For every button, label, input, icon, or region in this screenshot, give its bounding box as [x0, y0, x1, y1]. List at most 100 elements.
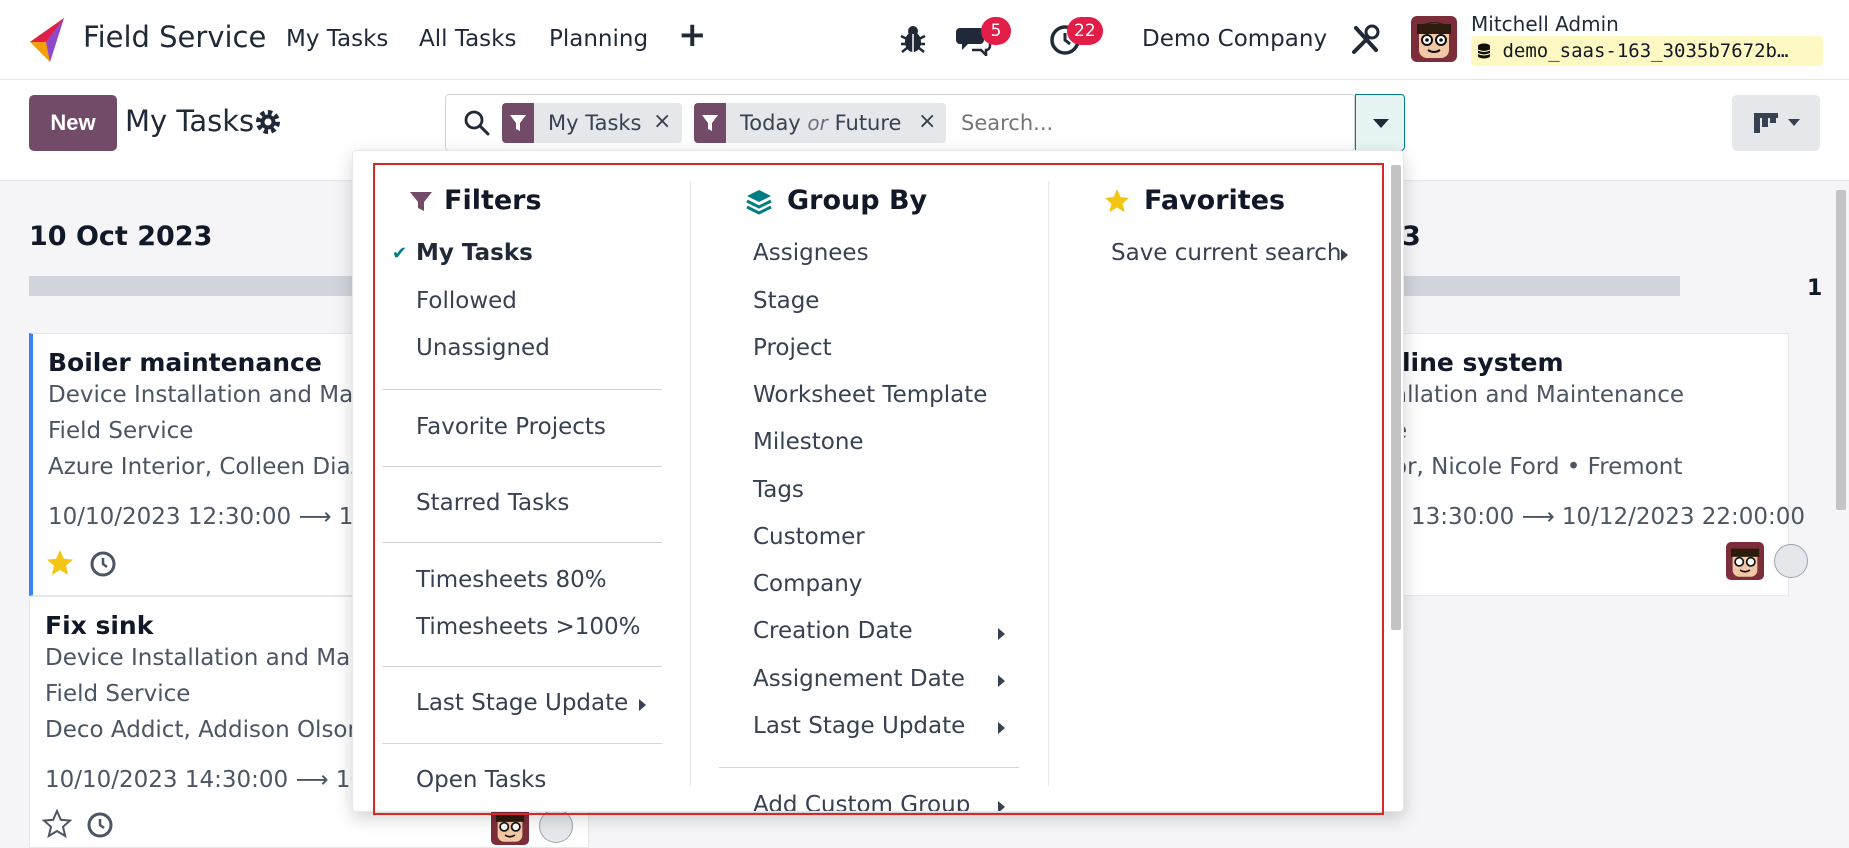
assignee-avatar[interactable]: [1726, 542, 1764, 580]
task-customer: or, Nicole Ford • Fremont: [1393, 454, 1683, 480]
activities-count-badge: 22: [1067, 17, 1103, 45]
filter-timesheets-100[interactable]: Timesheets >100%: [416, 614, 641, 640]
activity-clock-icon[interactable]: [89, 550, 117, 578]
group-by-last-stage-update[interactable]: Last Stage Update: [753, 713, 965, 739]
status-circle[interactable]: [1774, 544, 1808, 578]
task-project: allation and Maintenance: [1393, 382, 1685, 408]
gear-icon[interactable]: [254, 108, 282, 136]
layers-icon: [746, 190, 772, 215]
divider: [719, 767, 1019, 768]
column-count: 1: [1807, 276, 1823, 301]
task-subproject: Field Service: [45, 681, 191, 707]
star-outline-icon[interactable]: [42, 809, 72, 839]
status-circle[interactable]: [539, 809, 573, 843]
filter-followed[interactable]: Followed: [416, 288, 517, 314]
user-name[interactable]: Mitchell Admin: [1471, 12, 1619, 36]
search-bar: My Tasks × Today or Future ×: [445, 94, 1355, 151]
company-switcher[interactable]: Demo Company: [1142, 26, 1327, 52]
settings-tools-icon[interactable]: [1350, 22, 1380, 56]
caret-right-icon: [639, 699, 646, 711]
new-task-button[interactable]: New: [29, 95, 117, 151]
star-filled-icon: [1104, 188, 1130, 213]
database-name-text: demo_saas-163_3035b7672b…: [1502, 40, 1789, 62]
group-by-stage[interactable]: Stage: [753, 288, 819, 314]
group-by-creation-date[interactable]: Creation Date: [753, 618, 913, 644]
divider: [382, 666, 662, 667]
filter-starred-tasks[interactable]: Starred Tasks: [416, 490, 569, 516]
task-dates: 10/10/2023 14:30:00 ⟶ 10: [45, 767, 366, 793]
kanban-view-icon: [1754, 113, 1800, 133]
caret-right-icon: [1341, 249, 1348, 261]
task-title: eline system: [1385, 348, 1564, 377]
database-name: demo_saas-163_3035b7672b…: [1471, 36, 1823, 66]
remove-facet-close-icon[interactable]: ×: [918, 109, 936, 134]
facet-label: Today or Future: [740, 111, 902, 135]
column-divider: [690, 181, 691, 786]
task-subproject: Field Service: [48, 418, 194, 444]
caret-right-icon: [998, 722, 1005, 734]
favorites-heading: Favorites: [1144, 185, 1286, 216]
search-input[interactable]: [961, 107, 1341, 139]
task-project: Device Installation and Main: [45, 645, 372, 671]
column-title: 10 Oct 2023: [29, 221, 213, 252]
group-by-milestone[interactable]: Milestone: [753, 429, 864, 455]
caret-right-icon: [998, 628, 1005, 640]
search-icon[interactable]: [463, 109, 491, 137]
divider: [382, 743, 662, 744]
filters-heading: Filters: [444, 185, 542, 216]
filter-open-tasks[interactable]: Open Tasks: [416, 767, 546, 793]
filter-last-stage-update[interactable]: Last Stage Update: [416, 690, 628, 716]
menu-planning[interactable]: Planning: [549, 26, 648, 52]
group-by-project[interactable]: Project: [753, 335, 832, 361]
group-by-tags[interactable]: Tags: [753, 477, 804, 503]
group-by-heading: Group By: [787, 185, 928, 216]
remove-facet-close-icon[interactable]: ×: [653, 109, 671, 134]
column-progress-bar[interactable]: [29, 276, 359, 296]
menu-all-tasks[interactable]: All Tasks: [419, 26, 516, 52]
caret-right-icon: [998, 801, 1005, 811]
group-by-assignees[interactable]: Assignees: [753, 240, 869, 266]
filter-favorite-projects[interactable]: Favorite Projects: [416, 414, 606, 440]
save-current-search[interactable]: Save current search: [1111, 240, 1341, 266]
search-options-dropdown: Filters ✔ My Tasks Followed Unassigned F…: [352, 150, 1404, 812]
column-divider: [1048, 181, 1049, 786]
user-avatar[interactable]: [1411, 16, 1457, 62]
add-custom-group[interactable]: Add Custom Group: [753, 792, 970, 811]
group-by-worksheet-template[interactable]: Worksheet Template: [753, 382, 987, 408]
group-by-assignement-date[interactable]: Assignement Date: [753, 666, 965, 692]
group-by-company[interactable]: Company: [753, 571, 862, 597]
filter-unassigned[interactable]: Unassigned: [416, 335, 550, 361]
filter-funnel-icon: [702, 115, 718, 131]
task-title: Fix sink: [45, 611, 154, 640]
facet-label: My Tasks: [548, 111, 642, 135]
menu-my-tasks[interactable]: My Tasks: [286, 26, 388, 52]
divider: [382, 466, 662, 467]
column-progress-bar[interactable]: [1402, 276, 1680, 296]
group-by-customer[interactable]: Customer: [753, 524, 865, 550]
field-service-logo-icon[interactable]: [28, 16, 66, 64]
task-project: Device Installation and Main: [48, 382, 375, 408]
caret-down-icon: [1373, 119, 1389, 128]
messages-count-badge: 5: [981, 17, 1011, 45]
top-navbar: Field Service My Tasks All Tasks Plannin…: [0, 0, 1849, 80]
task-customer: Azure Interior, Colleen Diaz: [48, 454, 363, 480]
star-filled-icon[interactable]: [45, 548, 75, 578]
page-scrollbar[interactable]: [1836, 190, 1846, 510]
task-title: Boiler maintenance: [48, 348, 322, 377]
search-options-toggle[interactable]: [1355, 94, 1405, 151]
app-name[interactable]: Field Service: [83, 20, 266, 54]
task-dates: 13:30:00 ⟶ 10/12/2023 22:00:00: [1411, 504, 1806, 530]
filter-funnel-icon: [410, 192, 432, 211]
new-menu-plus-icon[interactable]: +: [678, 18, 707, 52]
filter-timesheets-80[interactable]: Timesheets 80%: [416, 567, 607, 593]
activity-clock-icon[interactable]: [86, 811, 114, 839]
debug-bug-icon[interactable]: [898, 22, 928, 56]
filter-funnel-icon: [510, 115, 526, 131]
column-title-fragment: 3: [1402, 221, 1421, 252]
checkmark-icon: ✔: [392, 243, 408, 264]
dropdown-scrollbar[interactable]: [1391, 165, 1401, 630]
filter-my-tasks[interactable]: My Tasks: [416, 240, 533, 266]
divider: [382, 389, 662, 390]
assignee-avatar[interactable]: [491, 807, 529, 845]
view-switcher[interactable]: [1732, 95, 1820, 151]
